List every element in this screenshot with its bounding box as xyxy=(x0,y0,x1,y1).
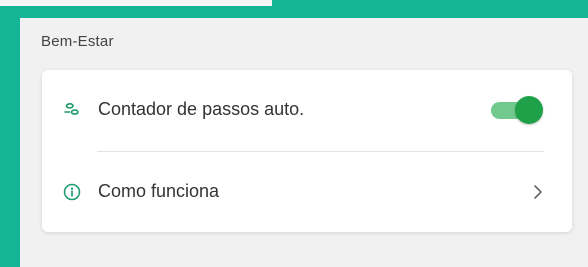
auto-step-counter-row[interactable]: Contador de passos auto. xyxy=(42,70,572,150)
how-it-works-row[interactable]: Como funciona xyxy=(42,152,572,232)
section-title: Bem-Estar xyxy=(41,33,114,50)
chevron-right-icon xyxy=(531,183,545,201)
auto-step-counter-label: Contador de passos auto. xyxy=(98,99,305,119)
footprints-icon xyxy=(62,100,82,120)
toggle-knob xyxy=(515,96,543,124)
settings-panel: Bem-Estar Contador de passos auto. Como … xyxy=(20,18,588,267)
info-icon xyxy=(62,182,82,202)
top-edge-strip xyxy=(0,0,272,6)
how-it-works-label: Como funciona xyxy=(98,181,220,201)
settings-card: Contador de passos auto. Como funciona xyxy=(42,70,572,232)
auto-step-counter-toggle[interactable] xyxy=(489,94,545,126)
